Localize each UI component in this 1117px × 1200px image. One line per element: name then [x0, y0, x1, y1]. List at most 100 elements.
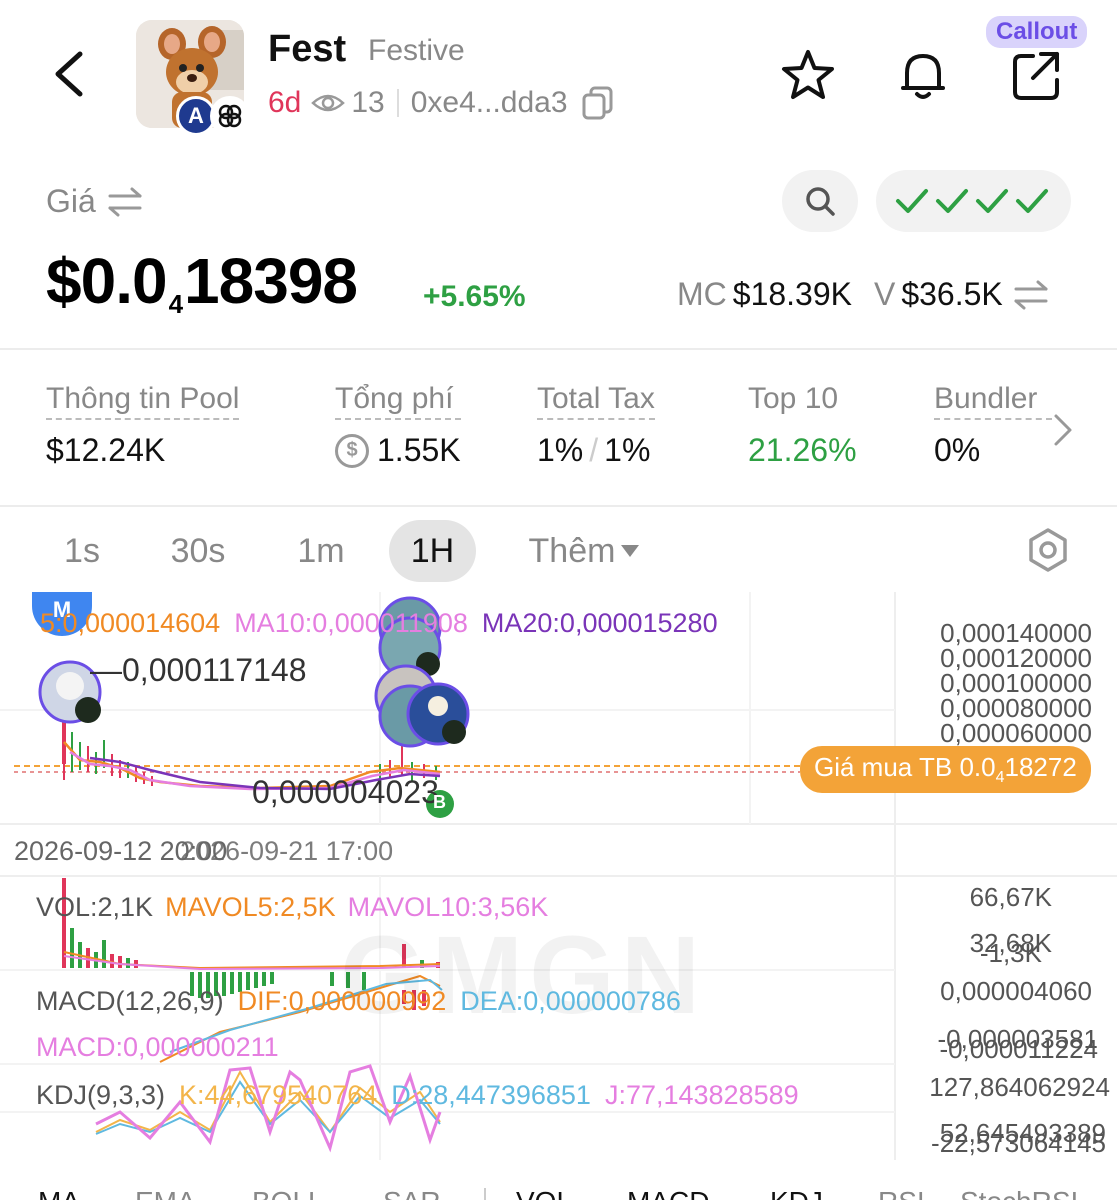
- macd-value: MACD:0,000000211: [36, 1032, 279, 1062]
- price-prefix: $0.0: [46, 245, 168, 317]
- low-price-label: 0,000004023: [252, 774, 439, 810]
- indicator-tab-vol[interactable]: VOL: [516, 1186, 572, 1200]
- favorite-button[interactable]: [778, 46, 838, 106]
- star-icon: [782, 50, 834, 99]
- tab-1s[interactable]: 1s: [46, 520, 118, 582]
- contract-address[interactable]: 0xe4...dda3: [411, 86, 568, 120]
- token-avatar-wrap[interactable]: A: [136, 20, 250, 136]
- stat-tax-value-row: 1% / 1%: [537, 432, 655, 469]
- vol-tick: -1,3K: [979, 938, 1042, 968]
- macd-legend: MACD(12,26,9) DIF:0,000000992 DEA:0,000000…: [36, 986, 681, 1017]
- indicator-tab-kdj[interactable]: KDJ: [770, 1186, 823, 1200]
- kdj-tick: -22,573064145: [931, 1128, 1106, 1158]
- tab-1m[interactable]: 1m: [276, 520, 366, 582]
- eye-icon: [311, 94, 346, 112]
- alert-button[interactable]: [893, 46, 953, 106]
- price-label-text: Giá: [46, 183, 96, 219]
- search-button[interactable]: [782, 170, 858, 232]
- swap-arrows-icon: [108, 187, 142, 216]
- kdj-legend: KDJ(9,3,3) K:44,679540764 D:28,447396851 J:…: [36, 1080, 799, 1111]
- stat-fees-label: Tổng phí: [335, 382, 461, 420]
- copy-icon[interactable]: [582, 86, 614, 120]
- kdj-j-value: J:77,143828589: [604, 1080, 799, 1110]
- stat-bundler[interactable]: Bundler 0%: [934, 382, 1052, 469]
- vol-tick: 66,67K: [969, 882, 1052, 912]
- dollar-coin-icon: $: [335, 433, 369, 468]
- search-icon: [806, 187, 835, 216]
- kdj-d-value: D:28,447396851: [391, 1080, 591, 1110]
- caret-down-icon: [621, 545, 640, 557]
- stats-scroll-button[interactable]: [1050, 412, 1076, 453]
- high-price-value: 0,000117148: [122, 652, 307, 688]
- macd-tick: 0,000004060: [940, 976, 1092, 1006]
- tab-1h[interactable]: 1H: [389, 520, 476, 582]
- stat-fees-value-row: $ 1.55K: [335, 432, 461, 469]
- share-button[interactable]: [1007, 46, 1067, 106]
- slash-divider: /: [589, 432, 599, 468]
- vol-legend: VOL:2,1K MAVOL5:2,5K MAVOL10:3,56K: [36, 892, 548, 923]
- ma10-value: MA10:0,000011908: [234, 608, 468, 638]
- indicator-tab-sar[interactable]: SAR: [383, 1186, 441, 1200]
- kdj-tick: 127,864062924: [929, 1072, 1110, 1102]
- chain-badges: A: [176, 96, 250, 136]
- stat-pool[interactable]: Thông tin Pool $12.24K: [46, 382, 240, 469]
- indicator-tab-boll[interactable]: BOLL: [252, 1186, 324, 1200]
- avg-buy-prefix: Giá mua TB 0.0: [814, 752, 996, 782]
- kdj-title: KDJ(9,3,3): [36, 1080, 166, 1110]
- tab-more[interactable]: Thêm: [510, 520, 660, 582]
- avg-buy-price-tag: Giá mua TB 0.0418272: [800, 746, 1091, 794]
- indicator-tab-stochrsi[interactable]: StochRSI: [960, 1186, 1078, 1200]
- volume-label: V: [873, 276, 896, 312]
- indicator-tabs: MA EMA BOLL SAR VOL MACD KDJ RSI StochRS…: [0, 1180, 1117, 1200]
- divider: [0, 505, 1117, 507]
- dea-value: DEA:0,000000786: [460, 986, 681, 1016]
- token-meta-row: 6d 13 0xe4...dda3: [268, 86, 614, 120]
- watermark: GMGN: [340, 914, 707, 1037]
- mc-value: $18.39K: [732, 276, 852, 312]
- stat-total-tax[interactable]: Total Tax 1% / 1%: [537, 382, 655, 469]
- chart-settings-button[interactable]: [1024, 526, 1072, 579]
- macd-title: MACD(12,26,9): [36, 986, 224, 1016]
- price-digits: 18398: [184, 245, 358, 317]
- high-price-label: —0,000117148: [90, 652, 307, 688]
- mavol5-value: MAVOL5:2,5K: [165, 892, 336, 922]
- avg-buy-zeros: 4: [995, 769, 1005, 787]
- stat-tax-buy: 1%: [537, 432, 584, 468]
- back-button[interactable]: [48, 48, 92, 100]
- meta-divider: [396, 89, 399, 117]
- vol-value: VOL:2,1K: [36, 892, 154, 922]
- indicator-tab-ma[interactable]: MA: [38, 1186, 80, 1200]
- stat-bundler-label: Bundler: [934, 382, 1052, 420]
- avg-buy-digits: 18272: [1004, 752, 1077, 782]
- stat-fees-value: 1.55K: [377, 432, 461, 468]
- current-price: $0.0418398: [46, 244, 358, 319]
- tab-30s[interactable]: 30s: [150, 520, 246, 582]
- stat-tax-sell: 1%: [604, 432, 651, 468]
- market-stats-row: MC $18.39K V $36.5K: [677, 276, 1049, 313]
- checkmarks-icon: [895, 189, 1048, 213]
- views-count: 13: [311, 86, 385, 120]
- token-subtitle: Festive: [368, 34, 465, 67]
- macd-tick: -0,000011224: [939, 1034, 1098, 1064]
- kdj-k-value: K:44,679540764: [179, 1080, 378, 1110]
- stat-tax-label: Total Tax: [537, 382, 655, 420]
- price-chart[interactable]: GMGN M 5:0,000014604 MA10:0,000011908 MA20…: [0, 592, 1117, 1160]
- stat-top10[interactable]: Top 10 21.26%: [748, 382, 857, 469]
- security-checks-button[interactable]: [876, 170, 1071, 232]
- date-label-b: 2026-09-21 17:00: [180, 836, 394, 866]
- callout-badge[interactable]: Callout: [986, 16, 1088, 48]
- stat-top10-value: 21.26%: [748, 432, 857, 468]
- stat-bundler-value: 0%: [934, 432, 981, 468]
- indicator-tab-ema[interactable]: EMA: [135, 1186, 196, 1200]
- ma20-value: MA20:0,000015280: [481, 608, 718, 638]
- stat-top10-label: Top 10: [748, 382, 839, 415]
- mavol10-value: MAVOL10:3,56K: [347, 892, 549, 922]
- swap-arrows-icon[interactable]: [1013, 278, 1049, 312]
- indicator-tab-macd[interactable]: MACD: [627, 1186, 709, 1200]
- marker-b[interactable]: B: [433, 792, 446, 813]
- indicator-tab-rsi[interactable]: RSI: [878, 1186, 925, 1200]
- ma5-value: 5:0,000014604: [40, 608, 221, 638]
- price-label[interactable]: Giá: [46, 183, 144, 220]
- stat-total-fees[interactable]: Tổng phí $ 1.55K: [335, 382, 461, 469]
- share-icon: [1013, 52, 1059, 100]
